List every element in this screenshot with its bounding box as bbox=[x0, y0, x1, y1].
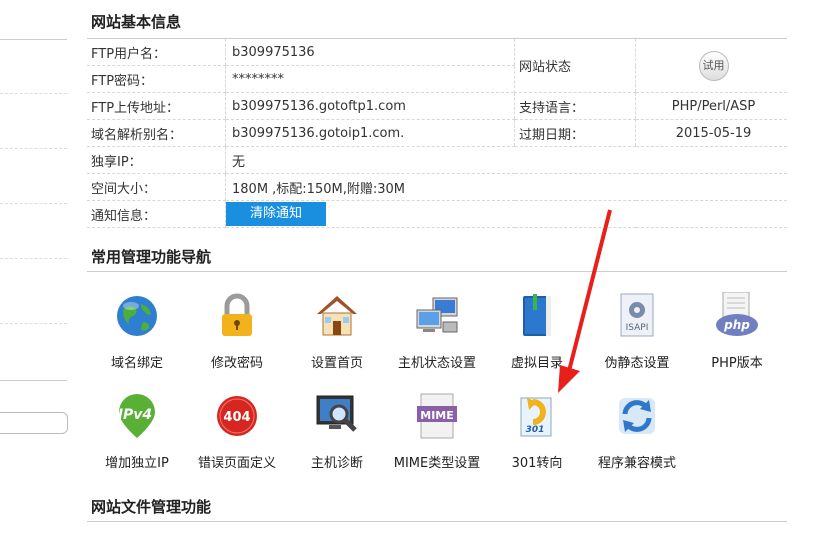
ftp-address-value: b309975136.gotoftp1.com bbox=[225, 92, 515, 120]
sidebar-divider bbox=[0, 258, 67, 259]
trial-button[interactable]: 试用 bbox=[698, 50, 729, 81]
isapi-text: ISAPI bbox=[626, 323, 649, 333]
sidebar-divider bbox=[0, 39, 67, 40]
ftp-user-label: FTP用户名： bbox=[87, 39, 226, 66]
sidebar-divider bbox=[0, 203, 67, 204]
nav-label: 主机诊断 bbox=[310, 456, 363, 471]
sidebar-divider bbox=[0, 323, 67, 324]
dns-alias-label: 域名解析别名： bbox=[87, 119, 226, 147]
globe-icon bbox=[113, 292, 161, 340]
site-status-cell: 试用 bbox=[635, 39, 787, 93]
ftp-user-value: b309975136 bbox=[225, 39, 515, 66]
sidebar-divider bbox=[0, 148, 67, 149]
table-row: 域名解析别名： b309975136.gotoip1.com. 过期日期： 20… bbox=[87, 119, 787, 147]
section-divider bbox=[87, 521, 787, 522]
nav-change-password[interactable]: 修改密码 bbox=[187, 292, 287, 371]
annotation-arrow-icon bbox=[558, 209, 612, 393]
nav-domain-binding[interactable]: 域名绑定 bbox=[87, 292, 187, 371]
lock-icon bbox=[213, 292, 261, 340]
ipv4-text: IPv4 bbox=[118, 407, 152, 423]
nav-label: 程序兼容模式 bbox=[597, 456, 676, 471]
nav-section-title: 常用管理功能导航 bbox=[91, 248, 212, 266]
mime-icon: MIME bbox=[413, 392, 461, 440]
dns-alias-value: b309975136.gotoip1.com. bbox=[225, 119, 515, 147]
home-icon bbox=[313, 292, 361, 340]
dedicated-ip-label: 独享IP： bbox=[87, 146, 226, 174]
table-row: 独享IP： 无 bbox=[87, 146, 787, 174]
site-info-table: FTP用户名： b309975136 网站状态 试用 FTP密码： ******… bbox=[87, 39, 787, 228]
nav-label: 主机状态设置 bbox=[397, 356, 476, 371]
language-value: PHP/Perl/ASP bbox=[635, 92, 787, 120]
ftp-password-value: ******** bbox=[225, 65, 515, 93]
table-row: FTP用户名： b309975136 网站状态 试用 bbox=[87, 39, 787, 93]
nav-label: 增加独立IP bbox=[105, 456, 169, 471]
ftp-password-label: FTP密码： bbox=[87, 65, 226, 93]
nav-label: PHP版本 bbox=[711, 356, 763, 371]
dedicated-ip-value: 无 bbox=[225, 146, 787, 174]
site-status-label: 网站状态 bbox=[514, 39, 636, 93]
sidebar-search-input[interactable] bbox=[0, 412, 68, 434]
expire-label: 过期日期： bbox=[514, 119, 636, 147]
table-row: 空间大小： 180M ,标配:150M,附赠:30M bbox=[87, 173, 787, 201]
nav-label: 301转向 bbox=[511, 456, 563, 471]
clear-notice-button[interactable]: 清除通知 bbox=[226, 202, 326, 226]
nav-label: 错误页面定义 bbox=[197, 456, 276, 471]
error-404-text: 404 bbox=[223, 410, 250, 425]
files-section-title: 网站文件管理功能 bbox=[91, 498, 212, 516]
ipv4-icon: IPv4 bbox=[113, 392, 161, 440]
nav-label: 域名绑定 bbox=[110, 356, 163, 371]
sidebar-divider bbox=[0, 93, 67, 94]
table-row: 通知信息： 清除通知 bbox=[87, 200, 787, 228]
section-divider bbox=[87, 271, 787, 272]
mime-text: MIME bbox=[420, 409, 454, 422]
refresh-icon bbox=[613, 392, 661, 440]
php-icon: php bbox=[713, 291, 761, 340]
space-size-value: 180M ,标配:150M,附赠:30M bbox=[225, 173, 787, 201]
nav-host-status[interactable]: 主机状态设置 bbox=[387, 292, 487, 371]
nav-label: 修改密码 bbox=[210, 356, 263, 371]
expire-value: 2015-05-19 bbox=[635, 119, 787, 147]
sidebar-divider bbox=[0, 380, 67, 381]
nav-set-homepage[interactable]: 设置首页 bbox=[287, 292, 387, 371]
nav-label: MIME类型设置 bbox=[393, 456, 481, 471]
notice-cell: 清除通知 bbox=[225, 200, 787, 228]
nav-add-ip[interactable]: IPv4 增加独立IP bbox=[87, 392, 187, 471]
computers-icon bbox=[413, 292, 461, 340]
nav-php-version[interactable]: php PHP版本 bbox=[687, 291, 787, 371]
php-text: php bbox=[723, 318, 750, 332]
ftp-address-label: FTP上传地址： bbox=[87, 92, 226, 120]
table-row: FTP上传地址： b309975136.gotoftp1.com 支持语言： P… bbox=[87, 92, 787, 120]
space-size-label: 空间大小： bbox=[87, 173, 226, 201]
nav-label: 设置首页 bbox=[310, 356, 363, 371]
notice-label: 通知信息： bbox=[87, 200, 226, 228]
monitor-search-icon bbox=[313, 392, 361, 440]
language-label: 支持语言： bbox=[514, 92, 636, 120]
isapi-icon: ISAPI bbox=[613, 292, 661, 340]
error-404-icon: 404 bbox=[213, 392, 261, 440]
nav-error-pages[interactable]: 404 错误页面定义 bbox=[187, 392, 287, 471]
info-section-title: 网站基本信息 bbox=[91, 13, 182, 31]
redirect-text: 301 bbox=[526, 425, 545, 435]
nav-mime-types[interactable]: MIME MIME类型设置 bbox=[387, 392, 487, 471]
nav-host-diagnosis[interactable]: 主机诊断 bbox=[287, 392, 387, 471]
